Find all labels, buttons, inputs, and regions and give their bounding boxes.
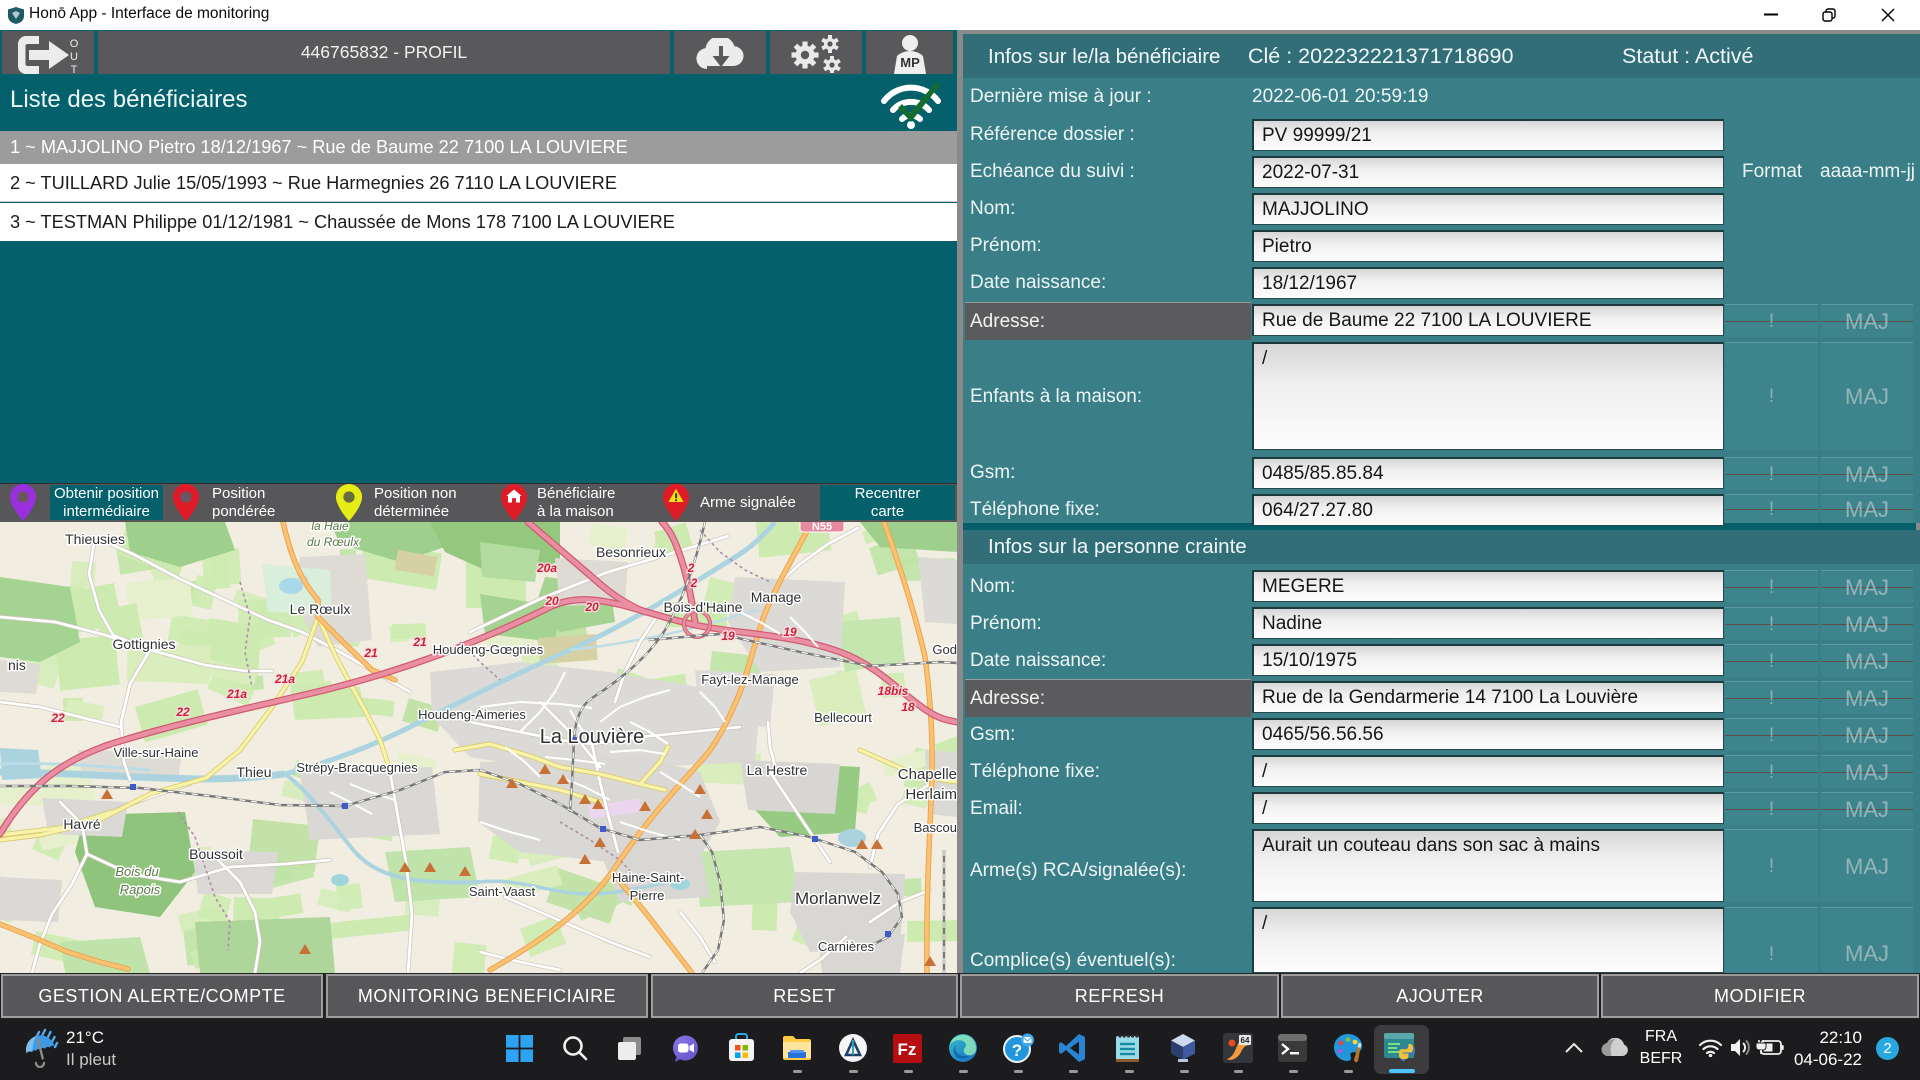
svg-text:18bis: 18bis	[878, 684, 909, 698]
svg-text:21a: 21a	[226, 687, 247, 701]
svg-text:U: U	[70, 51, 78, 63]
svg-text:Bascou: Bascou	[914, 820, 957, 835]
svg-text:21a: 21a	[274, 672, 295, 686]
svg-text:Houdeng-Aimeries: Houdeng-Aimeries	[418, 707, 526, 722]
svg-text:Havré: Havré	[63, 816, 101, 832]
svg-text:19: 19	[783, 625, 797, 639]
svg-text:Rapois: Rapois	[120, 882, 161, 897]
svg-text:22: 22	[50, 711, 65, 725]
svg-text:20: 20	[584, 600, 599, 614]
svg-text:N55: N55	[812, 522, 832, 533]
svg-text:?: ?	[1012, 1041, 1022, 1060]
svg-text:Chapelle: Chapelle	[898, 766, 957, 783]
svg-text:Haine-Saint-: Haine-Saint-	[612, 870, 684, 885]
svg-text:19: 19	[721, 629, 735, 643]
svg-text:Fayt-lez-Manage: Fayt-lez-Manage	[701, 672, 799, 687]
svg-text:Morlanwelz: Morlanwelz	[795, 889, 881, 908]
svg-text:64: 64	[1241, 1036, 1250, 1045]
svg-text:O: O	[70, 38, 79, 50]
svg-text:21: 21	[363, 646, 378, 660]
svg-text:21: 21	[412, 635, 427, 649]
svg-text:T: T	[71, 64, 78, 75]
svg-text:Boussoit: Boussoit	[189, 846, 243, 862]
svg-text:Manage: Manage	[751, 589, 802, 605]
svg-text:2: 2	[687, 561, 695, 575]
svg-text:God: God	[932, 642, 957, 657]
svg-text:MP: MP	[900, 55, 920, 70]
svg-text:La Louvière: La Louvière	[540, 726, 645, 748]
svg-text:Bois du: Bois du	[115, 864, 158, 879]
svg-text:Le Rœulx: Le Rœulx	[290, 601, 351, 617]
svg-text:Thieusies: Thieusies	[65, 531, 125, 547]
svg-text:20: 20	[544, 594, 559, 608]
svg-text:Fz: Fz	[898, 1040, 917, 1059]
svg-text:nis: nis	[8, 657, 26, 673]
svg-text:La Hestre: La Hestre	[747, 762, 808, 778]
svg-text:Gottignies: Gottignies	[112, 636, 175, 652]
svg-text:la Haie: la Haie	[311, 522, 349, 533]
svg-text:Besonrieux: Besonrieux	[596, 544, 666, 560]
svg-text:18: 18	[901, 700, 915, 714]
svg-text:Pierre: Pierre	[630, 888, 665, 903]
svg-text:du Rœulx: du Rœulx	[307, 535, 360, 549]
svg-text:Houdeng-Gœgnies: Houdeng-Gœgnies	[433, 642, 544, 657]
svg-text:Bois-d'Haine: Bois-d'Haine	[664, 599, 743, 615]
svg-text:2: 2	[690, 576, 698, 590]
svg-text:Saint-Vaast: Saint-Vaast	[469, 884, 536, 899]
svg-text:Bellecourt: Bellecourt	[814, 710, 872, 725]
svg-text:Herlaim: Herlaim	[905, 786, 957, 803]
svg-text:Ville-sur-Haine: Ville-sur-Haine	[113, 745, 198, 760]
svg-text:22: 22	[175, 705, 190, 719]
svg-text:20a: 20a	[536, 561, 557, 575]
svg-text:Strépy-Bracquegnies: Strépy-Bracquegnies	[296, 760, 418, 775]
svg-text:Carnières: Carnières	[818, 939, 875, 954]
svg-text:Thieu: Thieu	[236, 764, 271, 780]
